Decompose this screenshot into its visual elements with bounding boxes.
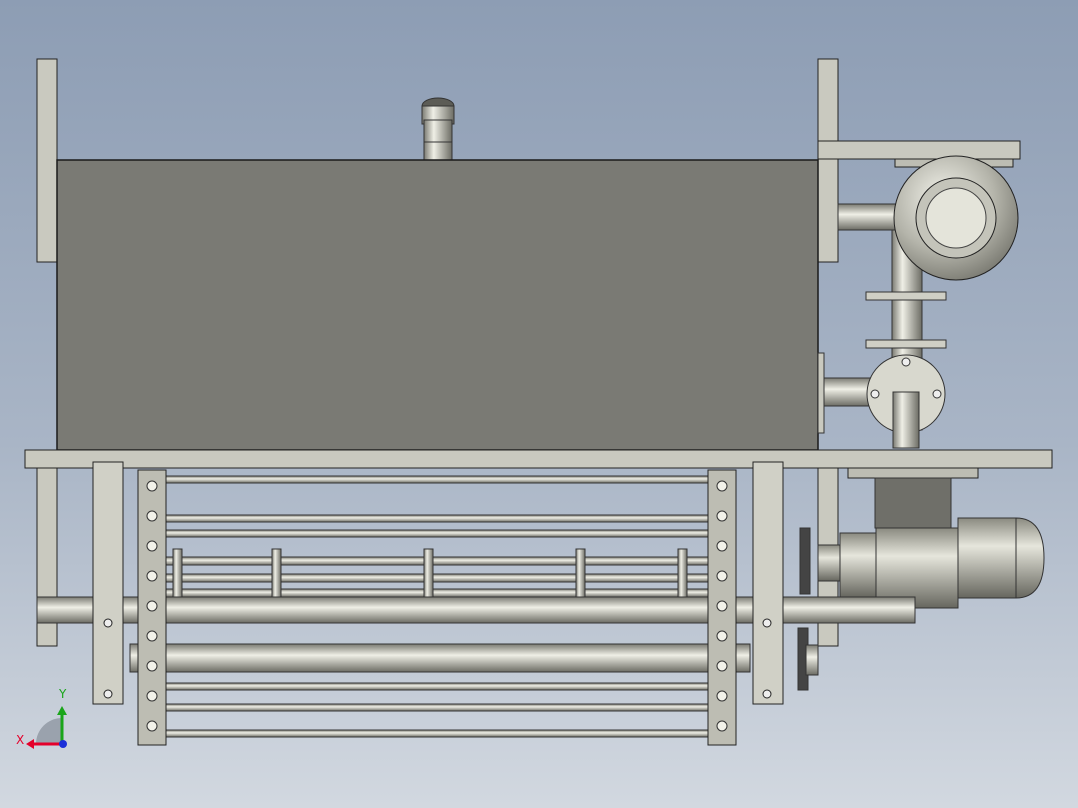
axis-y-label: Y — [59, 687, 67, 701]
axis-x-label: X — [16, 733, 25, 747]
axis-triad-sector — [36, 718, 62, 744]
right-piping-assembly — [817, 140, 1021, 449]
z-axis-dot — [59, 740, 67, 748]
tank-body — [56, 159, 819, 451]
axis-triad — [26, 706, 67, 749]
top-inlet-pipe — [421, 97, 455, 161]
cad-model-view — [24, 58, 1053, 749]
cad-viewport[interactable]: X Y — [0, 0, 1078, 808]
